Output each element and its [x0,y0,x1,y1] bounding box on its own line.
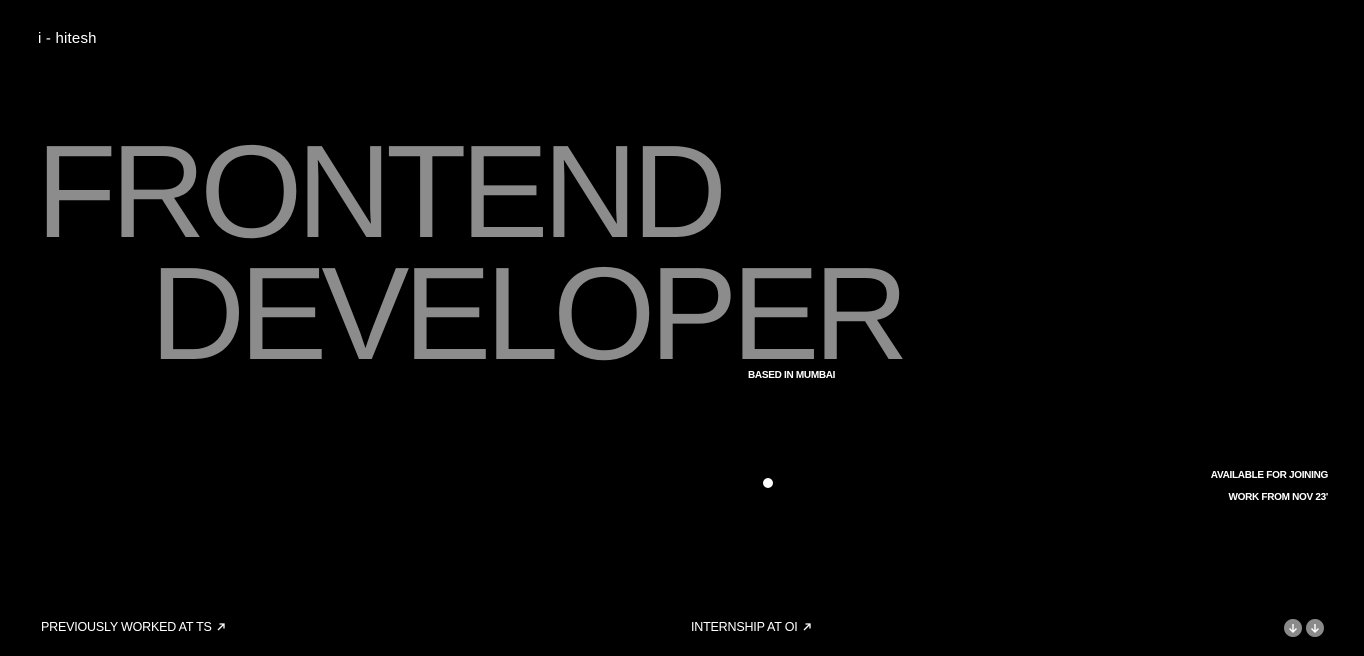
arrow-up-right-icon [803,623,811,631]
scroll-down-button[interactable] [1284,619,1302,637]
availability-block: AVAILABLE FOR JOINING WORK FROM NOV 23' [1210,465,1329,509]
hero-line-developer: DEVELOPER [150,240,909,387]
availability-line-joining: AVAILABLE FOR JOINING [1210,470,1329,481]
scroll-down-button-2[interactable] [1306,619,1324,637]
availability-line-date: WORK FROM NOV 23' [1228,492,1328,503]
arrow-up-right-icon [217,623,225,631]
internship-link[interactable]: INTERNSHIP AT OI [691,620,812,634]
hero-line-frontend: FRONTEND [36,118,727,265]
arrow-down-icon [1289,624,1297,633]
arrow-down-icon [1311,624,1319,633]
site-logo[interactable]: i - hitesh [38,30,97,47]
previous-work-label: PREVIOUSLY WORKED AT TS [41,620,212,634]
location-label: BASED IN MUMBAI [748,370,836,381]
scroll-buttons [1284,619,1324,637]
internship-label: INTERNSHIP AT OI [691,620,798,634]
landing-page: i - hitesh FRONTEND DEVELOPER BASED IN M… [0,0,1364,656]
cursor-dot [763,478,773,488]
previous-work-link[interactable]: PREVIOUSLY WORKED AT TS [41,620,226,634]
